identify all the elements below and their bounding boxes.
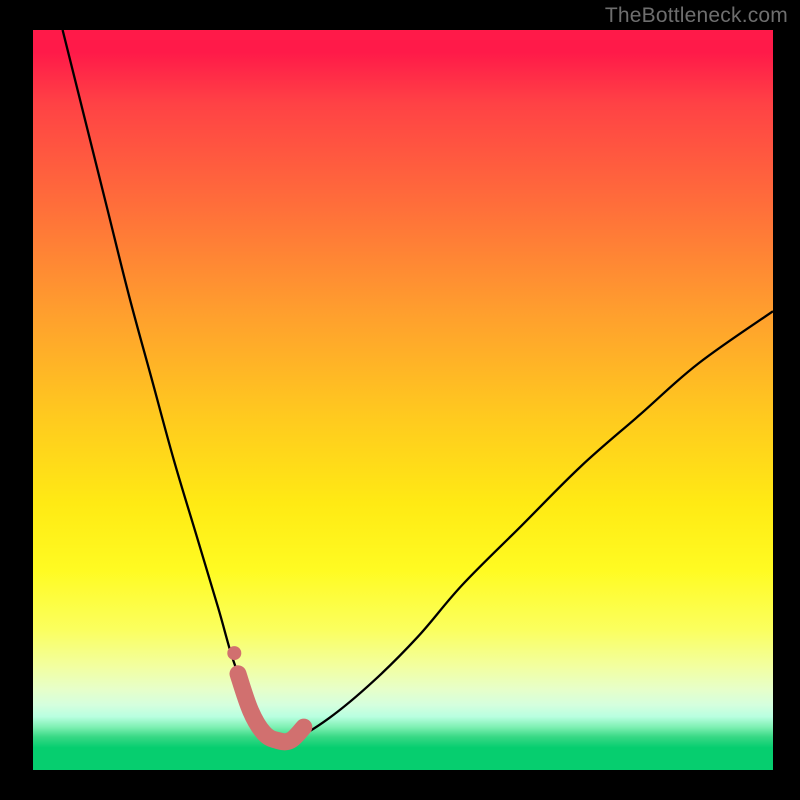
curves-svg xyxy=(33,30,773,770)
watermark-text: TheBottleneck.com xyxy=(605,4,788,28)
bottleneck-curve xyxy=(63,30,773,743)
marker-dot xyxy=(227,646,241,660)
plot-area xyxy=(33,30,773,770)
optimal-valley-highlight xyxy=(238,674,304,742)
chart-frame: TheBottleneck.com xyxy=(0,0,800,800)
